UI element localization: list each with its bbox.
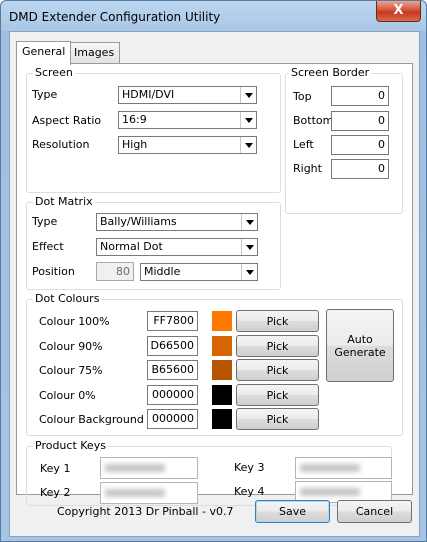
dot-colours-group: Dot Colours Colour 100% FF7800 Pick Colo…: [26, 292, 403, 436]
pick-colour-0-button[interactable]: Pick: [236, 384, 319, 406]
close-icon: X: [393, 3, 404, 18]
colour-100-input[interactable]: FF7800: [147, 311, 198, 331]
colour-75-swatch: [212, 360, 232, 380]
colour-75-label: Colour 75%: [39, 364, 103, 377]
product-keys-legend: Product Keys: [33, 439, 108, 452]
border-top-input[interactable]: 0: [331, 86, 389, 106]
colour-75-input[interactable]: B65600: [147, 360, 198, 380]
colour-0-swatch: [212, 385, 232, 405]
dot-type-value: Bally/Williams: [100, 215, 177, 228]
product-keys-group: Product Keys Key 1 Key 2 Key 3 Key 4: [26, 439, 392, 506]
screen-group: Screen Type HDMI/DVI Aspect Ratio 16:9 R…: [26, 66, 281, 193]
tab-general[interactable]: General: [16, 41, 72, 65]
colour-90-label: Colour 90%: [39, 340, 103, 353]
colour-0-input[interactable]: 000000: [147, 385, 198, 405]
border-right-input[interactable]: 0: [331, 159, 389, 179]
title-bar[interactable]: DMD Extender Configuration Utility X: [1, 1, 427, 31]
dot-matrix-legend: Dot Matrix: [33, 195, 95, 208]
copyright-text: Copyright 2013 Dr Pinball - v0.7: [57, 505, 234, 518]
position-value: Middle: [144, 265, 181, 278]
tab-images[interactable]: Images: [68, 42, 121, 64]
pick-colour-100-button[interactable]: Pick: [236, 310, 319, 332]
chevron-down-icon[interactable]: [241, 239, 257, 255]
chevron-down-icon[interactable]: [240, 87, 256, 103]
screen-type-select[interactable]: HDMI/DVI: [118, 86, 257, 104]
border-bottom-label: Bottom: [293, 114, 334, 127]
position-number-input: 80: [96, 262, 134, 281]
aspect-ratio-value: 16:9: [122, 113, 147, 126]
screen-legend: Screen: [33, 66, 75, 79]
position-label: Position: [32, 265, 75, 278]
aspect-ratio-label: Aspect Ratio: [32, 114, 102, 127]
resolution-label: Resolution: [32, 138, 90, 151]
dialog-client: General Images Screen Type HDMI/DVI Aspe…: [9, 31, 420, 537]
app-window: DMD Extender Configuration Utility X Gen…: [0, 0, 427, 542]
cancel-button[interactable]: Cancel: [337, 500, 412, 523]
border-bottom-input[interactable]: 0: [331, 111, 389, 131]
chevron-down-icon[interactable]: [241, 214, 257, 230]
dot-type-label: Type: [32, 215, 58, 228]
colour-background-input[interactable]: 000000: [147, 409, 198, 429]
dot-matrix-group: Dot Matrix Type Bally/Williams Effect No…: [26, 195, 281, 290]
colour-100-label: Colour 100%: [39, 315, 110, 328]
effect-label: Effect: [32, 240, 64, 253]
key-1-input[interactable]: [100, 457, 198, 479]
effect-value: Normal Dot: [100, 240, 163, 253]
position-select[interactable]: Middle: [140, 263, 258, 281]
dot-type-select[interactable]: Bally/Williams: [96, 213, 258, 231]
pick-colour-90-button[interactable]: Pick: [236, 335, 319, 357]
key-4-label: Key 4: [234, 485, 265, 498]
auto-generate-button[interactable]: Auto Generate: [326, 309, 394, 382]
screen-border-legend: Screen Border: [289, 66, 372, 79]
tab-page-general: Screen Type HDMI/DVI Aspect Ratio 16:9 R…: [16, 63, 413, 506]
key-1-label: Key 1: [40, 462, 71, 475]
colour-100-swatch: [212, 311, 232, 331]
screen-type-label: Type: [32, 88, 58, 101]
chevron-down-icon[interactable]: [240, 137, 256, 153]
colour-90-swatch: [212, 336, 232, 356]
colour-90-input[interactable]: D66500: [147, 336, 198, 356]
effect-select[interactable]: Normal Dot: [96, 238, 258, 256]
resolution-value: High: [122, 138, 148, 151]
colour-0-label: Colour 0%: [39, 389, 96, 402]
chevron-down-icon[interactable]: [240, 112, 256, 128]
close-button[interactable]: X: [376, 1, 421, 22]
key-3-label: Key 3: [234, 461, 265, 474]
aspect-ratio-select[interactable]: 16:9: [118, 111, 257, 129]
key-2-input[interactable]: [100, 482, 198, 504]
dot-colours-legend: Dot Colours: [33, 292, 102, 305]
key-3-input[interactable]: [295, 457, 392, 479]
pick-colour-75-button[interactable]: Pick: [236, 359, 319, 381]
pick-colour-background-button[interactable]: Pick: [236, 408, 319, 430]
window-title: DMD Extender Configuration Utility: [9, 10, 221, 24]
key-2-label: Key 2: [40, 486, 71, 499]
chevron-down-icon[interactable]: [241, 264, 257, 280]
border-top-label: Top: [293, 90, 312, 103]
screen-border-group: Screen Border Top 0 Bottom 0 Left 0 Righ…: [285, 66, 403, 214]
border-left-input[interactable]: 0: [331, 135, 389, 155]
save-button[interactable]: Save: [255, 500, 330, 523]
colour-background-label: Colour Background: [39, 413, 144, 426]
border-left-label: Left: [293, 138, 314, 151]
border-right-label: Right: [293, 162, 322, 175]
screen-type-value: HDMI/DVI: [122, 88, 175, 101]
resolution-select[interactable]: High: [118, 136, 257, 154]
colour-background-swatch: [212, 409, 232, 429]
